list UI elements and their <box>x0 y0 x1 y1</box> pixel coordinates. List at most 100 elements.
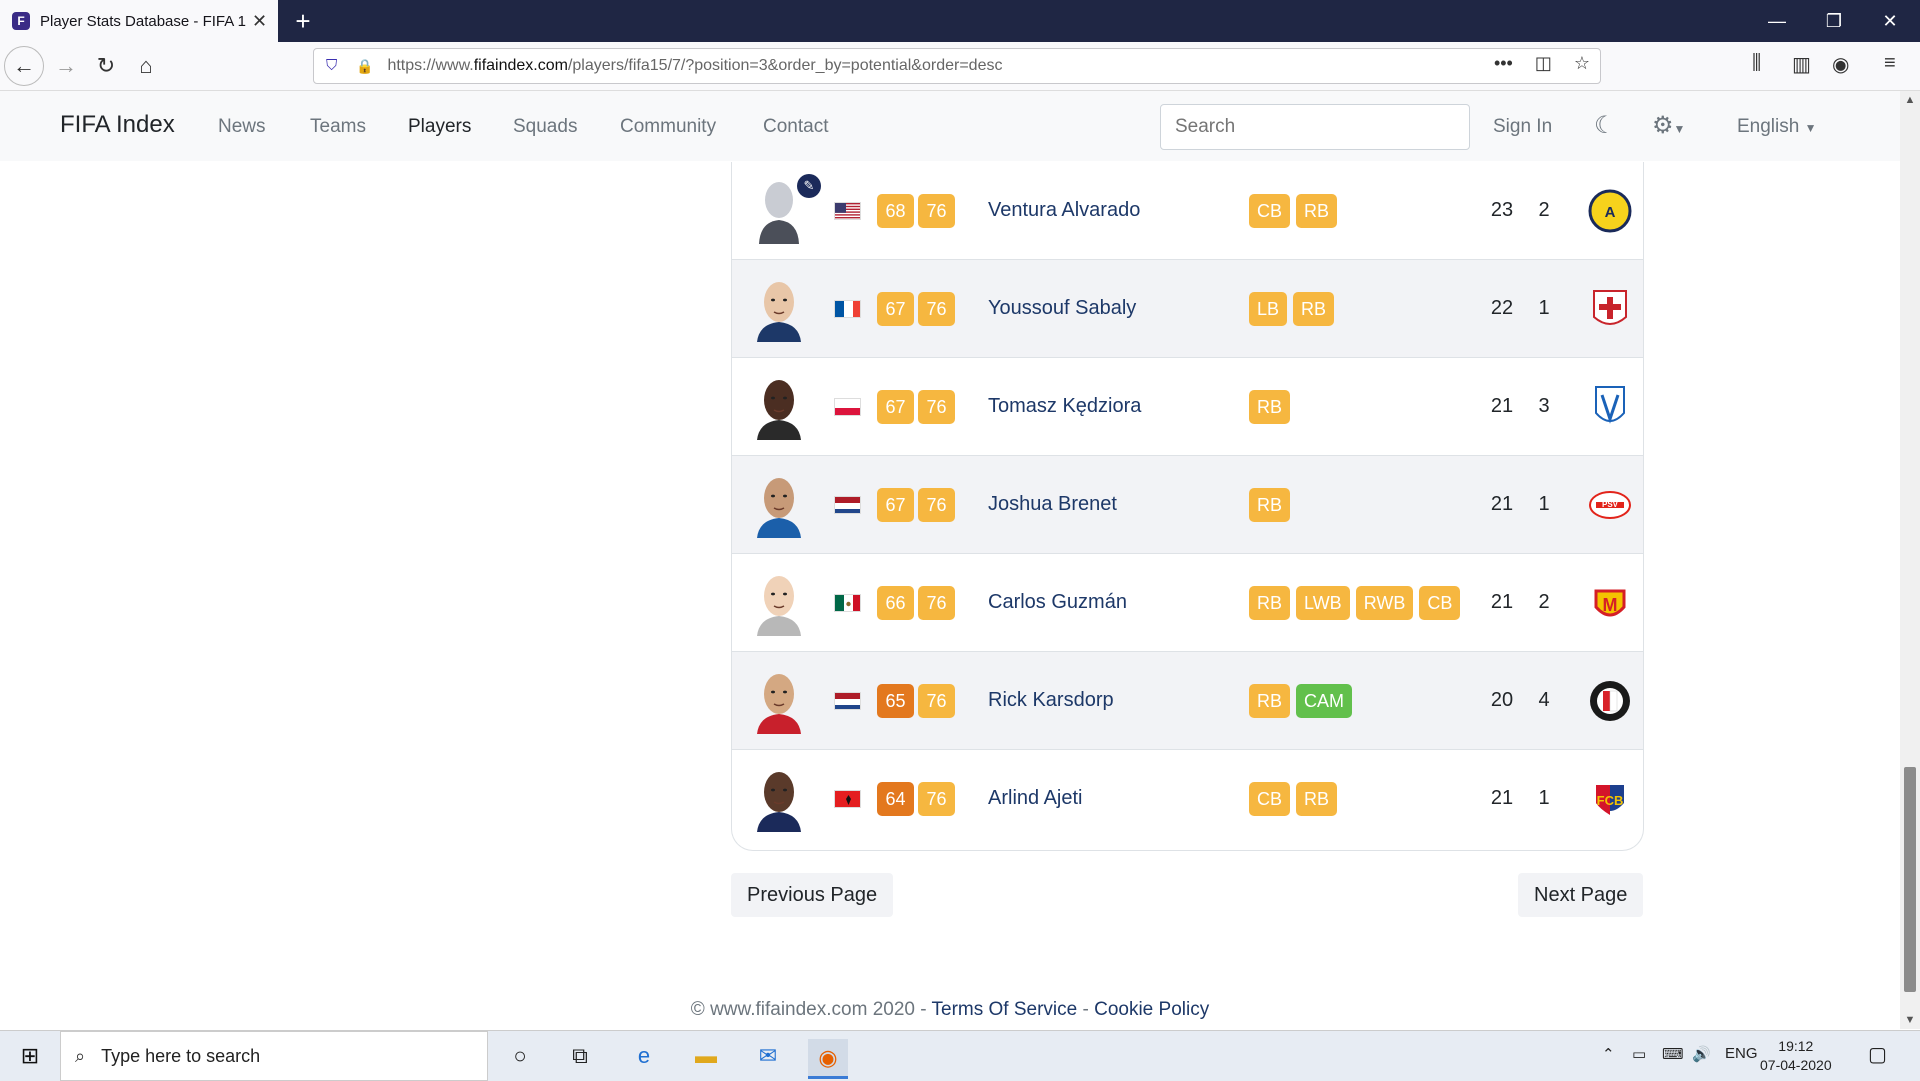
url-bar[interactable]: ⛉ 🔒 https://www.fifaindex.com/players/fi… <box>313 48 1601 84</box>
home-button[interactable]: ⌂ <box>128 48 164 84</box>
player-avatar[interactable] <box>754 374 804 440</box>
sidebar-icon[interactable]: ▥ <box>1792 52 1811 77</box>
player-name-link[interactable]: Youssouf Sabaly <box>988 297 1136 320</box>
player-name-link[interactable]: Arlind Ajeti <box>988 787 1083 810</box>
close-tab-icon[interactable]: ✕ <box>252 11 267 32</box>
club-crest-icon[interactable] <box>1588 679 1632 723</box>
position-badge[interactable]: RB <box>1296 782 1337 816</box>
hamburger-menu-icon[interactable]: ≡ <box>1884 52 1896 75</box>
position-badge[interactable]: RB <box>1249 488 1290 522</box>
nav-players[interactable]: Players <box>408 116 471 138</box>
forward-button[interactable]: → <box>48 48 84 84</box>
edge-icon[interactable]: e <box>624 1041 664 1071</box>
page-scrollbar[interactable]: ▲ ▼ <box>1900 91 1920 1029</box>
player-name-link[interactable]: Carlos Guzmán <box>988 591 1127 614</box>
player-avatar[interactable] <box>754 766 804 832</box>
restore-window-button[interactable]: ❐ <box>1806 0 1862 42</box>
taskbar-clock[interactable]: 19:12 07-04-2020 <box>1760 1037 1832 1075</box>
player-row[interactable]: ✎6876Ventura AlvaradoCBRB232A <box>732 162 1643 260</box>
pencil-icon[interactable]: ✎ <box>797 174 821 198</box>
player-row[interactable]: 6776Youssouf SabalyLBRB221 <box>732 260 1643 358</box>
file-explorer-icon[interactable]: ▬ <box>686 1041 726 1071</box>
position-badge[interactable]: CB <box>1249 194 1290 228</box>
browser-tab[interactable]: F Player Stats Database - FIFA 15 ✕ <box>0 0 278 42</box>
player-row[interactable]: 6576Rick KarsdorpRBCAM204 <box>732 652 1643 750</box>
moon-icon[interactable]: ☾ <box>1594 111 1616 140</box>
scrollbar-thumb[interactable] <box>1904 767 1916 992</box>
previous-page-button[interactable]: Previous Page <box>731 873 893 917</box>
player-row[interactable]: 6776Joshua BrenetRB211PSV <box>732 456 1643 554</box>
club-crest-icon[interactable]: M <box>1588 581 1632 625</box>
task-view-icon[interactable]: ⧉ <box>560 1041 600 1071</box>
player-avatar[interactable] <box>754 472 804 538</box>
tracking-protection-shield-icon[interactable]: ⛉ <box>326 57 342 75</box>
club-crest-icon[interactable] <box>1588 287 1632 331</box>
nav-contact[interactable]: Contact <box>763 116 828 138</box>
input-language[interactable]: ENG <box>1725 1045 1758 1062</box>
player-name-link[interactable]: Ventura Alvarado <box>988 199 1140 222</box>
back-button[interactable]: ← <box>4 46 44 86</box>
nav-community[interactable]: Community <box>620 116 716 138</box>
position-badge[interactable]: LWB <box>1296 586 1350 620</box>
bookmark-star-icon[interactable]: ☆ <box>1574 53 1590 74</box>
nationality-flag-icon <box>834 202 861 220</box>
network-icon[interactable]: ⌨ <box>1662 1045 1684 1063</box>
pocket-icon[interactable]: ◫ <box>1535 53 1552 74</box>
player-avatar[interactable] <box>754 570 804 636</box>
player-name-link[interactable]: Tomasz Kędziora <box>988 395 1141 418</box>
sign-in-link[interactable]: Sign In <box>1493 116 1552 138</box>
language-dropdown[interactable]: English ▼ <box>1737 116 1817 138</box>
gear-icon[interactable]: ⚙▼ <box>1652 111 1685 140</box>
action-center-icon[interactable]: ▢ <box>1868 1042 1887 1067</box>
account-icon[interactable]: ◉ <box>1832 52 1849 77</box>
positions-list: CBRB <box>1249 782 1337 816</box>
player-row[interactable]: 6776Tomasz KędzioraRB213 <box>732 358 1643 456</box>
position-badge[interactable]: CB <box>1419 586 1460 620</box>
close-window-button[interactable]: ✕ <box>1862 0 1918 42</box>
nav-news[interactable]: News <box>218 116 266 138</box>
position-badge[interactable]: CAM <box>1296 684 1352 718</box>
new-tab-button[interactable]: + <box>288 6 318 36</box>
minimize-window-button[interactable]: — <box>1749 0 1805 42</box>
player-avatar[interactable] <box>754 276 804 342</box>
position-badge[interactable]: LB <box>1249 292 1287 326</box>
player-row[interactable]: 6676Carlos GuzmánRBLWBRWBCB212M <box>732 554 1643 652</box>
firefox-icon[interactable]: ◉ <box>808 1039 848 1079</box>
player-avatar[interactable] <box>754 668 804 734</box>
mail-icon[interactable]: ✉ <box>748 1041 788 1071</box>
search-input[interactable] <box>1160 104 1470 150</box>
taskbar-search-box[interactable]: ⌕ Type here to search <box>60 1031 488 1081</box>
terms-link[interactable]: Terms Of Service <box>932 999 1078 1020</box>
url-text[interactable]: https://www.fifaindex.com/players/fifa15… <box>387 57 1002 75</box>
page-actions-menu-icon[interactable]: ••• <box>1494 53 1513 74</box>
library-icon[interactable]: ⫼ <box>1752 52 1761 75</box>
cortana-icon[interactable]: ○ <box>500 1041 540 1071</box>
nav-squads[interactable]: Squads <box>513 116 577 138</box>
cookie-policy-link[interactable]: Cookie Policy <box>1094 999 1209 1020</box>
club-crest-icon[interactable]: FCB <box>1588 777 1632 821</box>
club-crest-icon[interactable]: A <box>1588 189 1632 233</box>
player-name-link[interactable]: Rick Karsdorp <box>988 689 1114 712</box>
position-badge[interactable]: RB <box>1293 292 1334 326</box>
position-badge[interactable]: RB <box>1249 390 1290 424</box>
next-page-button[interactable]: Next Page <box>1518 873 1643 917</box>
player-name-link[interactable]: Joshua Brenet <box>988 493 1117 516</box>
volume-icon[interactable]: 🔊 <box>1692 1045 1711 1063</box>
player-row[interactable]: 6476Arlind AjetiCBRB211FCB <box>732 750 1643 848</box>
site-brand[interactable]: FIFA Index <box>60 111 175 139</box>
club-crest-icon[interactable] <box>1588 385 1632 429</box>
battery-icon[interactable]: ▭ <box>1632 1045 1646 1063</box>
club-crest-icon[interactable]: PSV <box>1588 483 1632 527</box>
lock-icon[interactable]: 🔒 <box>356 58 373 75</box>
windows-start-icon[interactable]: ⊞ <box>10 1041 50 1071</box>
scroll-down-arrow-icon[interactable]: ▼ <box>1900 1011 1920 1029</box>
position-badge[interactable]: RB <box>1296 194 1337 228</box>
reload-button[interactable]: ↻ <box>88 48 124 84</box>
position-badge[interactable]: RB <box>1249 586 1290 620</box>
position-badge[interactable]: RWB <box>1356 586 1414 620</box>
scroll-up-arrow-icon[interactable]: ▲ <box>1900 91 1920 109</box>
position-badge[interactable]: RB <box>1249 684 1290 718</box>
position-badge[interactable]: CB <box>1249 782 1290 816</box>
tray-chevron-up-icon[interactable]: ⌃ <box>1602 1045 1615 1063</box>
nav-teams[interactable]: Teams <box>310 116 366 138</box>
